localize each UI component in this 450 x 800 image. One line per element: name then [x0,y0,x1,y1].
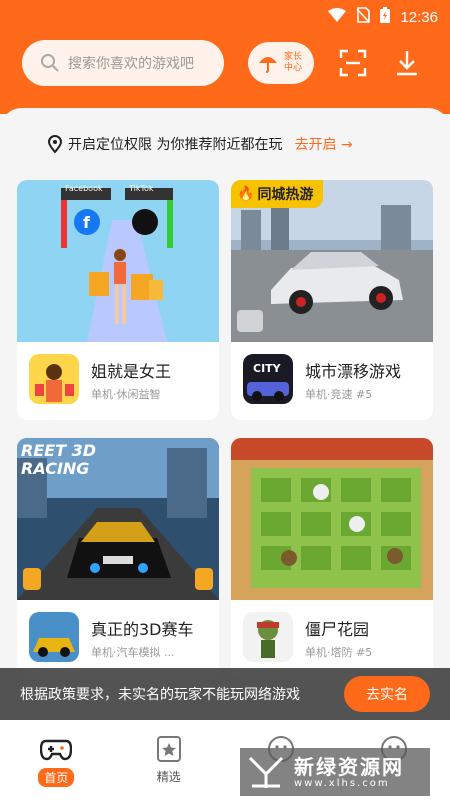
scan-button[interactable] [336,46,370,80]
fire-icon: 🔥 [237,186,255,202]
verify-real-name-button[interactable]: 去实名 [344,676,430,712]
tab-featured[interactable]: 精选 [113,720,226,800]
umbrella-icon [259,57,277,73]
tab-home[interactable]: 首页 [0,720,113,800]
game-name: 城市漂移游戏 [305,362,402,381]
app-icon [29,612,79,662]
gamepad-icon [39,734,73,764]
game-name: 僵尸花园 [305,620,370,639]
game-card[interactable]: 僵尸花园 单机·塔防 #5 [231,438,433,678]
toast-message: 根据政策要求，未实名的玩家不能玩网络游戏 [20,687,300,703]
game-card[interactable]: f Facebook TikTok 姐就是女王 单机·休闲益智 [17,180,219,420]
scan-icon [339,49,367,77]
arrow-right-icon: → [340,137,353,153]
download-icon [397,51,417,76]
search-icon [41,54,59,72]
status-bar: 12:36 [0,0,450,34]
game-tags: 单机·汽车模拟 ... [91,646,175,659]
app-icon [29,354,79,404]
watermark: 新绿资源网 www.xlhs.com [240,748,430,796]
battery-charging-icon [380,7,391,27]
game-name: 姐就是女王 [91,362,172,381]
game-screenshot [231,438,433,600]
real-name-toast: 根据政策要求，未实名的玩家不能玩网络游戏 去实名 [0,668,450,720]
download-button[interactable] [390,46,424,80]
clock: 12:36 [400,8,438,26]
app-icon [243,612,293,662]
tab-label: 首页 [38,768,75,787]
location-pin-icon [48,135,62,153]
tab-label: 精选 [156,770,181,784]
game-card[interactable]: REET 3D RACING 真正的3D赛车 单机·汽车模拟 ... [17,438,219,678]
game-tags: 单机·休闲益智 [91,388,161,401]
art-label-tiktok: TikTok [129,184,154,193]
game-tags: 单机·塔防 #5 [305,646,373,659]
svg-text:f: f [83,213,91,232]
location-banner[interactable]: 开启定位权限 为你推荐附近都在玩 去开启 → [48,134,353,154]
game-card[interactable]: 🔥 同城热游 CITY 城市漂移游戏 单机·竞速 #5 [231,180,433,420]
app-icon: CITY [243,354,293,404]
watermark-title: 新绿资源网 [294,754,404,779]
game-screenshot: REET 3D RACING [17,438,219,600]
wifi-icon [328,8,347,26]
game-tags: 单机·竞速 #5 [305,388,373,401]
parent-center-label: 家长 中心 [283,52,302,73]
app-header: 搜索你喜欢的游戏吧 家长 中心 [0,34,450,114]
art-title: REET 3D RACING [21,441,97,478]
game-name: 真正的3D赛车 [91,620,194,639]
app-icon-text: CITY [253,362,281,375]
art-label-facebook: Facebook [65,184,103,193]
location-banner-text: 开启定位权限 为你推荐附近都在玩 [68,137,283,153]
hot-nearby-badge: 🔥 同城热游 [231,180,324,208]
game-screenshot: f Facebook TikTok [17,180,219,342]
search-bar[interactable]: 搜索你喜欢的游戏吧 [22,40,224,86]
game-screenshot: 🔥 同城热游 [231,180,433,342]
parent-center-button[interactable]: 家长 中心 [248,42,314,84]
main-content: 开启定位权限 为你推荐附近都在玩 去开启 → f Facebook TikTok… [0,108,450,720]
watermark-logo-icon [248,756,284,788]
star-card-icon [152,734,186,764]
enable-location-link[interactable]: 去开启 → [294,134,352,154]
watermark-sub: www.xlhs.com [294,777,390,789]
no-sim-icon [356,7,371,27]
search-placeholder: 搜索你喜欢的游戏吧 [68,56,194,72]
